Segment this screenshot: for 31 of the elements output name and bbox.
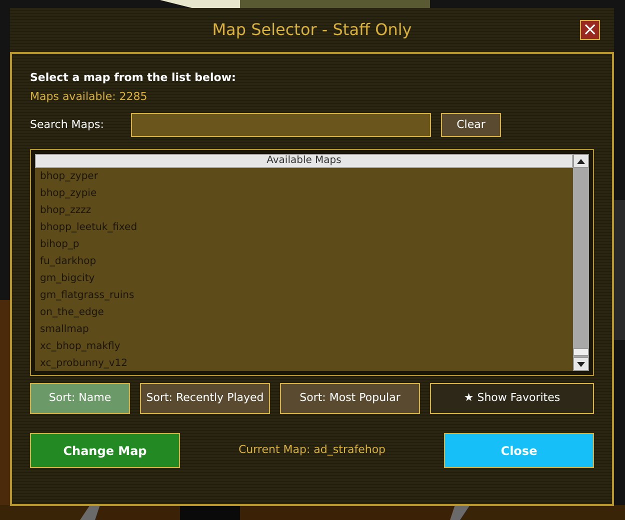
close-button[interactable]: × (580, 20, 600, 40)
sort-button[interactable]: Sort: Recently Played (140, 383, 270, 414)
list-header: Available Maps (35, 154, 573, 168)
map-list-item[interactable]: smallmap (35, 321, 573, 338)
favorites-button[interactable]: ★ Show Favorites (430, 383, 594, 414)
map-list-item[interactable]: gm_bigcity (35, 270, 573, 287)
clear-button[interactable]: Clear (441, 113, 501, 137)
map-list-item[interactable]: bhop_zzzz (35, 202, 573, 219)
map-list-item[interactable]: bhop_zyper (35, 168, 573, 185)
current-map-text: Current Map: ad_strafehop (237, 442, 387, 458)
search-field[interactable] (131, 113, 431, 137)
map-list-item[interactable]: gm_flatgrass_ruins (35, 287, 573, 304)
scroll-down-icon[interactable] (573, 357, 589, 371)
scrollbar[interactable] (573, 154, 589, 371)
close-dialog-button[interactable]: Close (444, 433, 594, 468)
map-list-item[interactable]: fu_darkhop (35, 253, 573, 270)
map-list-item[interactable]: xc_probunny_v12 (35, 355, 573, 372)
map-list-item[interactable]: bhop_zypie (35, 185, 573, 202)
sort-button[interactable]: Sort: Name (30, 383, 130, 414)
maps-count: Maps available: 2285 (30, 88, 148, 104)
instruction-text: Select a map from the list below: (30, 70, 237, 86)
map-list-item[interactable]: bihop_p (35, 236, 573, 253)
window-title: Map Selector - Staff Only (212, 19, 412, 41)
scroll-thumb[interactable] (573, 348, 589, 356)
map-list-item[interactable]: bhopp_leetuk_fixed (35, 219, 573, 236)
search-label: Search Maps: (30, 116, 105, 133)
map-list-item[interactable]: xc_bhop_makfly (35, 338, 573, 355)
scroll-up-icon[interactable] (573, 154, 589, 168)
sort-button[interactable]: Sort: Most Popular (280, 383, 420, 414)
change-map-button[interactable]: Change Map (30, 433, 180, 468)
map-list-item[interactable]: on_the_edge (35, 304, 573, 321)
